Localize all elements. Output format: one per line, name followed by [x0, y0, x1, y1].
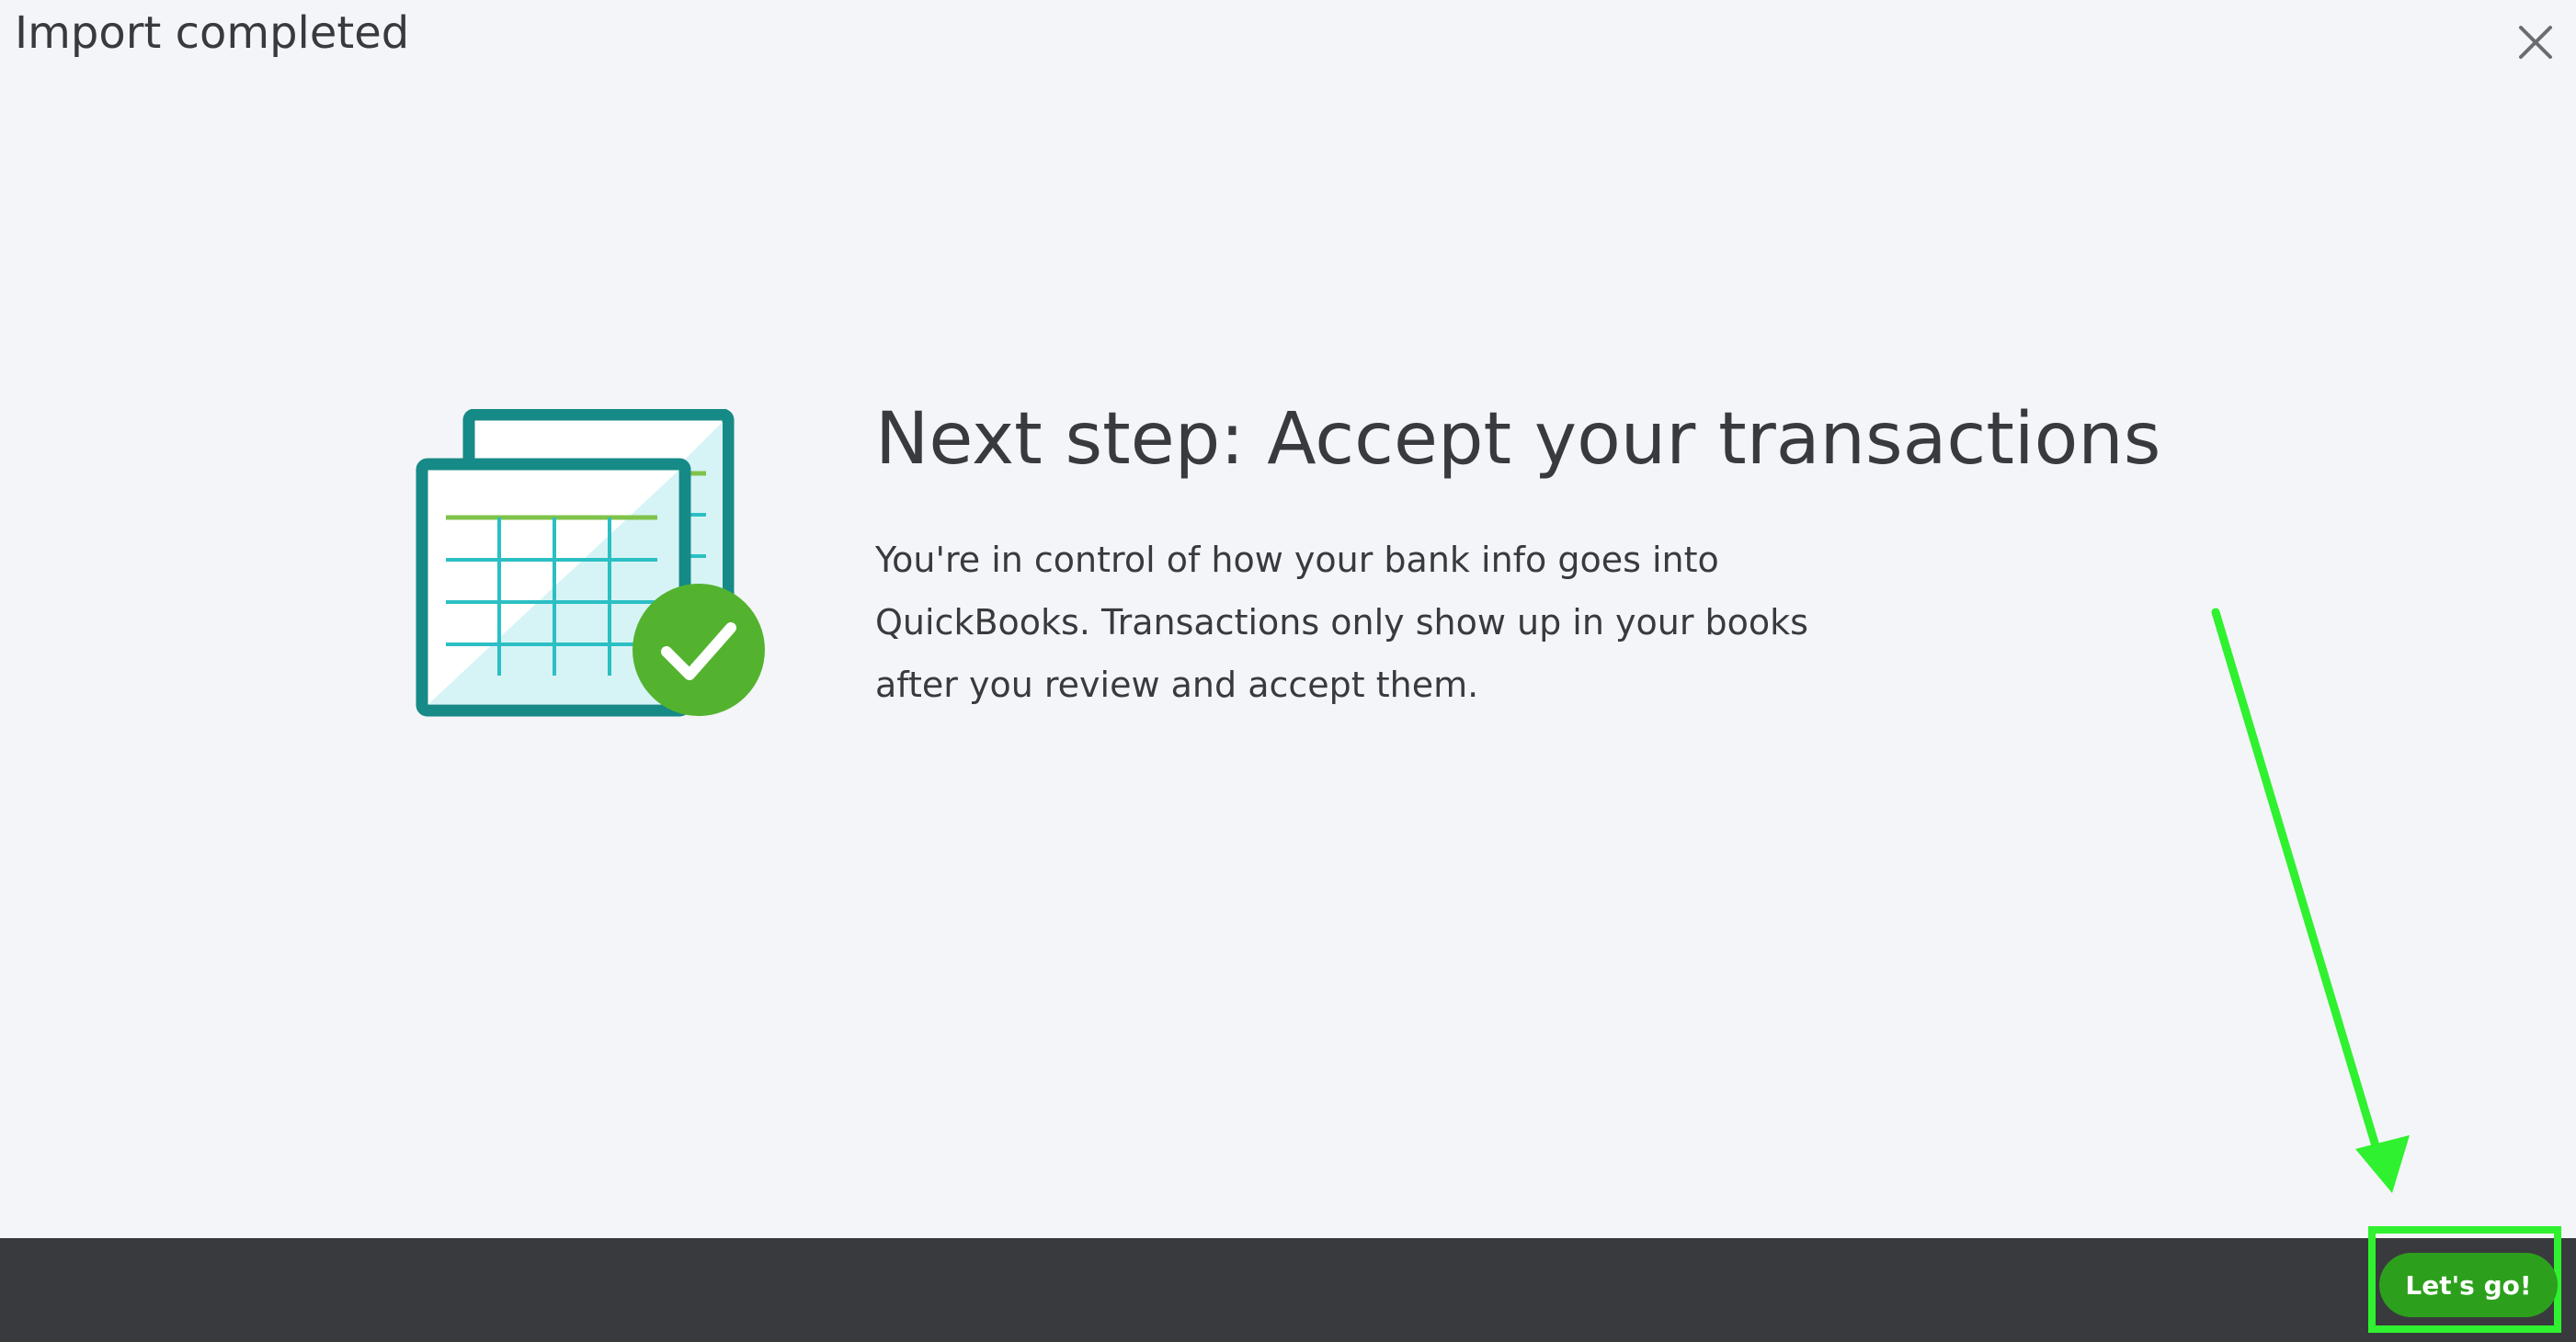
dialog-footer — [0, 1238, 2576, 1342]
main-content: Next step: Accept your transactions You'… — [875, 391, 2254, 716]
lets-go-button[interactable]: Let's go! — [2379, 1253, 2558, 1317]
description-text: You're in control of how your bank info … — [875, 540, 1808, 705]
annotation-arrow — [2211, 608, 2410, 1193]
close-icon — [2519, 26, 2552, 59]
close-button[interactable] — [2510, 17, 2561, 68]
calendar-check-icon — [416, 409, 765, 717]
dialog-title: Import completed — [15, 7, 410, 59]
page-heading: Next step: Accept your transactions — [875, 398, 2161, 481]
